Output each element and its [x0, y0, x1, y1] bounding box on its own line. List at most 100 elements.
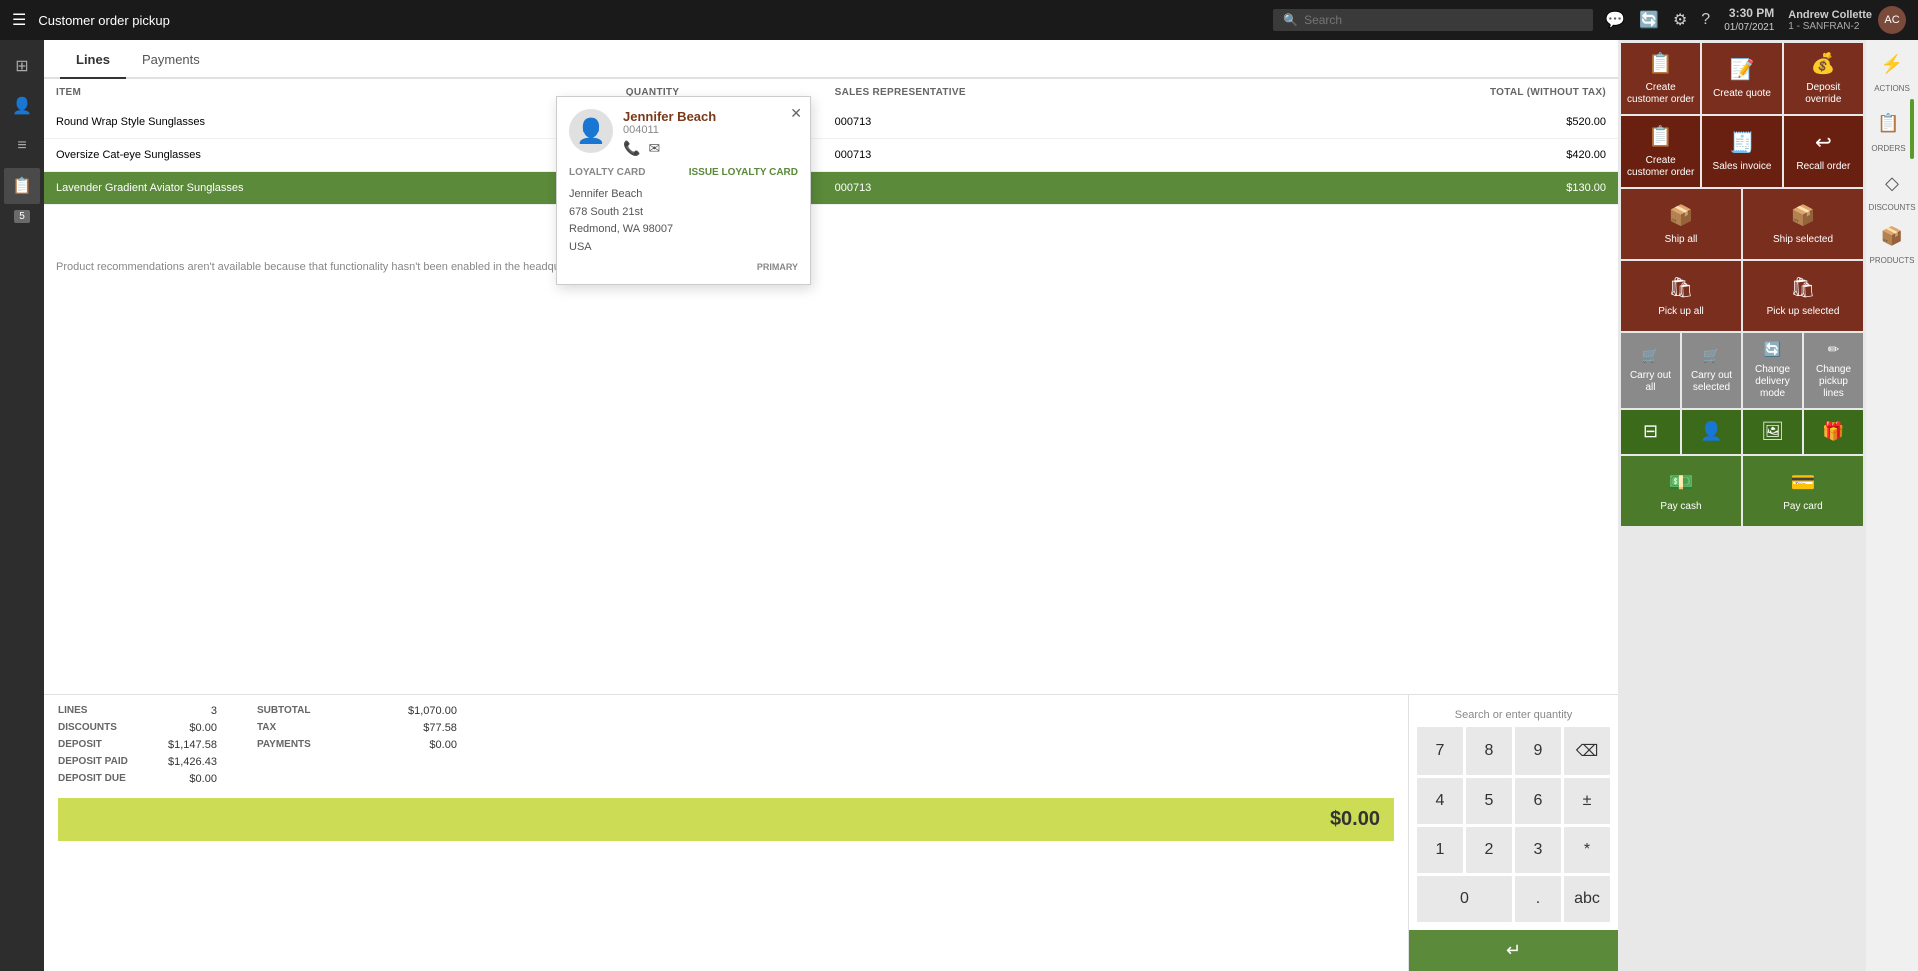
sidebar-item-customers[interactable]: 👤	[4, 88, 40, 124]
discounts-label: DISCOUNTS	[1868, 203, 1915, 212]
side-icon-actions[interactable]: ⚡ ACTIONS	[1874, 46, 1910, 93]
deposit-override-btn[interactable]: 💰 Deposit override	[1784, 43, 1863, 114]
user-info: Andrew Collette 1 - SANFRAN-2 AC	[1788, 6, 1906, 34]
tax-value: $77.58	[423, 722, 457, 734]
equal-icon: ⊟	[1643, 421, 1658, 442]
item-total: $520.00	[1241, 106, 1618, 139]
refresh-icon[interactable]: 🔄	[1639, 10, 1659, 30]
pickup-selected-icon: 🛍	[1790, 275, 1815, 300]
pickup-selected-btn[interactable]: 🛍 Pick up selected	[1743, 261, 1863, 331]
product-rec: Product recommendations aren't available…	[44, 245, 1618, 289]
settings-icon[interactable]: ⚙	[1673, 10, 1687, 30]
deposit-override-icon: 💰	[1811, 51, 1836, 76]
numpad-hint: Search or enter quantity	[1417, 703, 1610, 727]
orders-label: ORDERS	[1871, 144, 1905, 153]
table-row[interactable]: Oversize Cat-eye Sunglasses 2 000713 $42…	[44, 139, 1618, 172]
numpad-backspace[interactable]: ⌫	[1564, 727, 1610, 775]
create-customer-order-btn2[interactable]: 📋 Create customer order	[1621, 116, 1700, 187]
numpad-enter[interactable]: ↵	[1409, 930, 1618, 971]
item-name: Lavender Gradient Aviator Sunglasses	[44, 172, 614, 205]
payment-icon-2[interactable]: 👤	[1682, 410, 1741, 454]
sidebar-item-orders[interactable]: 📋	[4, 168, 40, 204]
left-summary: LINES 3 DISCOUNTS $0.00 DEPOSIT $1,147.5…	[58, 705, 217, 790]
right-summary: SUBTOTAL $1,070.00 TAX $77.58 PAYMENTS $…	[257, 705, 457, 790]
numpad-3[interactable]: 3	[1515, 827, 1561, 873]
address-street: 678 South 21st	[569, 204, 798, 222]
action-row-2: 📋 Create customer order 🧾 Sales invoice …	[1621, 116, 1863, 187]
chat-icon[interactable]: 💬	[1605, 10, 1625, 30]
side-icon-products[interactable]: 📦 PRODUCTS	[1870, 218, 1915, 265]
item-salesrep: 000713	[823, 106, 1241, 139]
numpad-6[interactable]: 6	[1515, 778, 1561, 824]
numpad-2[interactable]: 2	[1466, 827, 1512, 873]
table-row[interactable]: Round Wrap Style Sunglasses 2 000713 $52…	[44, 106, 1618, 139]
bottom-summary: LINES 3 DISCOUNTS $0.00 DEPOSIT $1,147.5…	[44, 694, 1618, 971]
item-salesrep: 000713	[823, 139, 1241, 172]
table-row-selected[interactable]: Lavender Gradient Aviator Sunglasses 1 0…	[44, 172, 1618, 205]
customer-popup: ✕ 👤 Jennifer Beach 004011 📞 ✉ LOYALTY CA…	[556, 96, 811, 285]
search-bar[interactable]: 🔍	[1273, 9, 1593, 31]
email-icon[interactable]: ✉	[648, 140, 660, 157]
numpad-grid: 7 8 9 ⌫ 4 5 6 ± 1 2 3 * 0	[1417, 727, 1610, 922]
numpad-plusminus[interactable]: ±	[1564, 778, 1610, 824]
customer-avatar: 👤	[569, 109, 613, 153]
payment-icon-3[interactable]: 🖼	[1743, 410, 1802, 454]
pay-card-icon: 💳	[1791, 470, 1816, 495]
deposit-value: $1,147.58	[168, 739, 217, 751]
sidebar-item-menu[interactable]: ≡	[4, 128, 40, 164]
create-quote-btn[interactable]: 📝 Create quote	[1702, 43, 1781, 114]
create-quote-icon: 📝	[1730, 57, 1755, 82]
deposit-paid-label: DEPOSIT PAID	[58, 756, 168, 768]
tabs: Lines Payments	[44, 40, 1618, 79]
pay-card-btn[interactable]: 💳 Pay card	[1743, 456, 1863, 526]
action-row-1: 📋 Create customer order 📝 Create quote 💰…	[1621, 43, 1863, 114]
sidebar-item-home[interactable]: ⊞	[4, 48, 40, 84]
summary-numbers: LINES 3 DISCOUNTS $0.00 DEPOSIT $1,147.5…	[44, 695, 1408, 971]
carry-out-selected-btn[interactable]: 🛒 Carry out selected	[1682, 333, 1741, 408]
ship-selected-btn[interactable]: 📦 Ship selected	[1743, 189, 1863, 259]
search-icon: 🔍	[1283, 13, 1298, 27]
popup-close-button[interactable]: ✕	[790, 105, 802, 122]
payment-icon-4[interactable]: 🎁	[1804, 410, 1863, 454]
numpad-9[interactable]: 9	[1515, 727, 1561, 775]
deposit-due-value: $0.00	[189, 773, 217, 785]
numpad-abc[interactable]: abc	[1564, 876, 1610, 922]
numpad-wrapper: Search or enter quantity 7 8 9 ⌫ 4 5 6 ±…	[1408, 695, 1618, 971]
action-row-3: 📦 Ship all 📦 Ship selected	[1621, 189, 1863, 259]
side-icon-discounts[interactable]: ◇ DISCOUNTS	[1868, 165, 1915, 212]
payment-icon-1[interactable]: ⊟	[1621, 410, 1680, 454]
pay-cash-btn[interactable]: 💵 Pay cash	[1621, 456, 1741, 526]
change-delivery-mode-btn[interactable]: 🔄 Change delivery mode	[1743, 333, 1802, 408]
numpad-asterisk[interactable]: *	[1564, 827, 1610, 873]
sales-invoice-btn[interactable]: 🧾 Sales invoice	[1702, 116, 1781, 187]
numpad-8[interactable]: 8	[1466, 727, 1512, 775]
item-total: $420.00	[1241, 139, 1618, 172]
numpad-0[interactable]: 0	[1417, 876, 1512, 922]
carry-out-all-btn[interactable]: 🛒 Carry out all	[1621, 333, 1680, 408]
tab-payments[interactable]: Payments	[126, 40, 216, 79]
create-customer-order-btn[interactable]: 📋 Create customer order	[1621, 43, 1700, 114]
change-pickup-lines-btn[interactable]: ✏ Change pickup lines	[1804, 333, 1863, 408]
side-icon-orders[interactable]: 📋 ORDERS	[1871, 106, 1907, 153]
numpad-5[interactable]: 5	[1466, 778, 1512, 824]
ship-all-btn[interactable]: 📦 Ship all	[1621, 189, 1741, 259]
recall-order-btn[interactable]: ↩ Recall order	[1784, 116, 1863, 187]
pickup-all-btn[interactable]: 🛍 Pick up all	[1621, 261, 1741, 331]
subtotal-label: SUBTOTAL	[257, 705, 367, 717]
hamburger-icon[interactable]: ☰	[12, 10, 26, 30]
help-icon[interactable]: ?	[1701, 11, 1710, 29]
numpad-7[interactable]: 7	[1417, 727, 1463, 775]
numpad-4[interactable]: 4	[1417, 778, 1463, 824]
phone-icon[interactable]: 📞	[623, 140, 640, 157]
tax-label: TAX	[257, 722, 367, 734]
topbar-right: 💬 🔄 ⚙ ? 3:30 PM 01/07/2021 Andrew Collet…	[1605, 6, 1906, 35]
side-icons: ⚡ ACTIONS 📋 ORDERS ◇ DISCOUNTS 📦 PROD	[1866, 40, 1918, 971]
action-row-4: 🛍 Pick up all 🛍 Pick up selected	[1621, 261, 1863, 331]
search-input[interactable]	[1304, 13, 1583, 27]
numpad-1[interactable]: 1	[1417, 827, 1463, 873]
pickup-all-icon: 🛍	[1668, 275, 1693, 300]
loyalty-link[interactable]: Issue loyalty card	[689, 167, 798, 178]
tab-lines[interactable]: Lines	[60, 40, 126, 79]
numpad-decimal[interactable]: .	[1515, 876, 1561, 922]
actions-label: ACTIONS	[1874, 84, 1910, 93]
